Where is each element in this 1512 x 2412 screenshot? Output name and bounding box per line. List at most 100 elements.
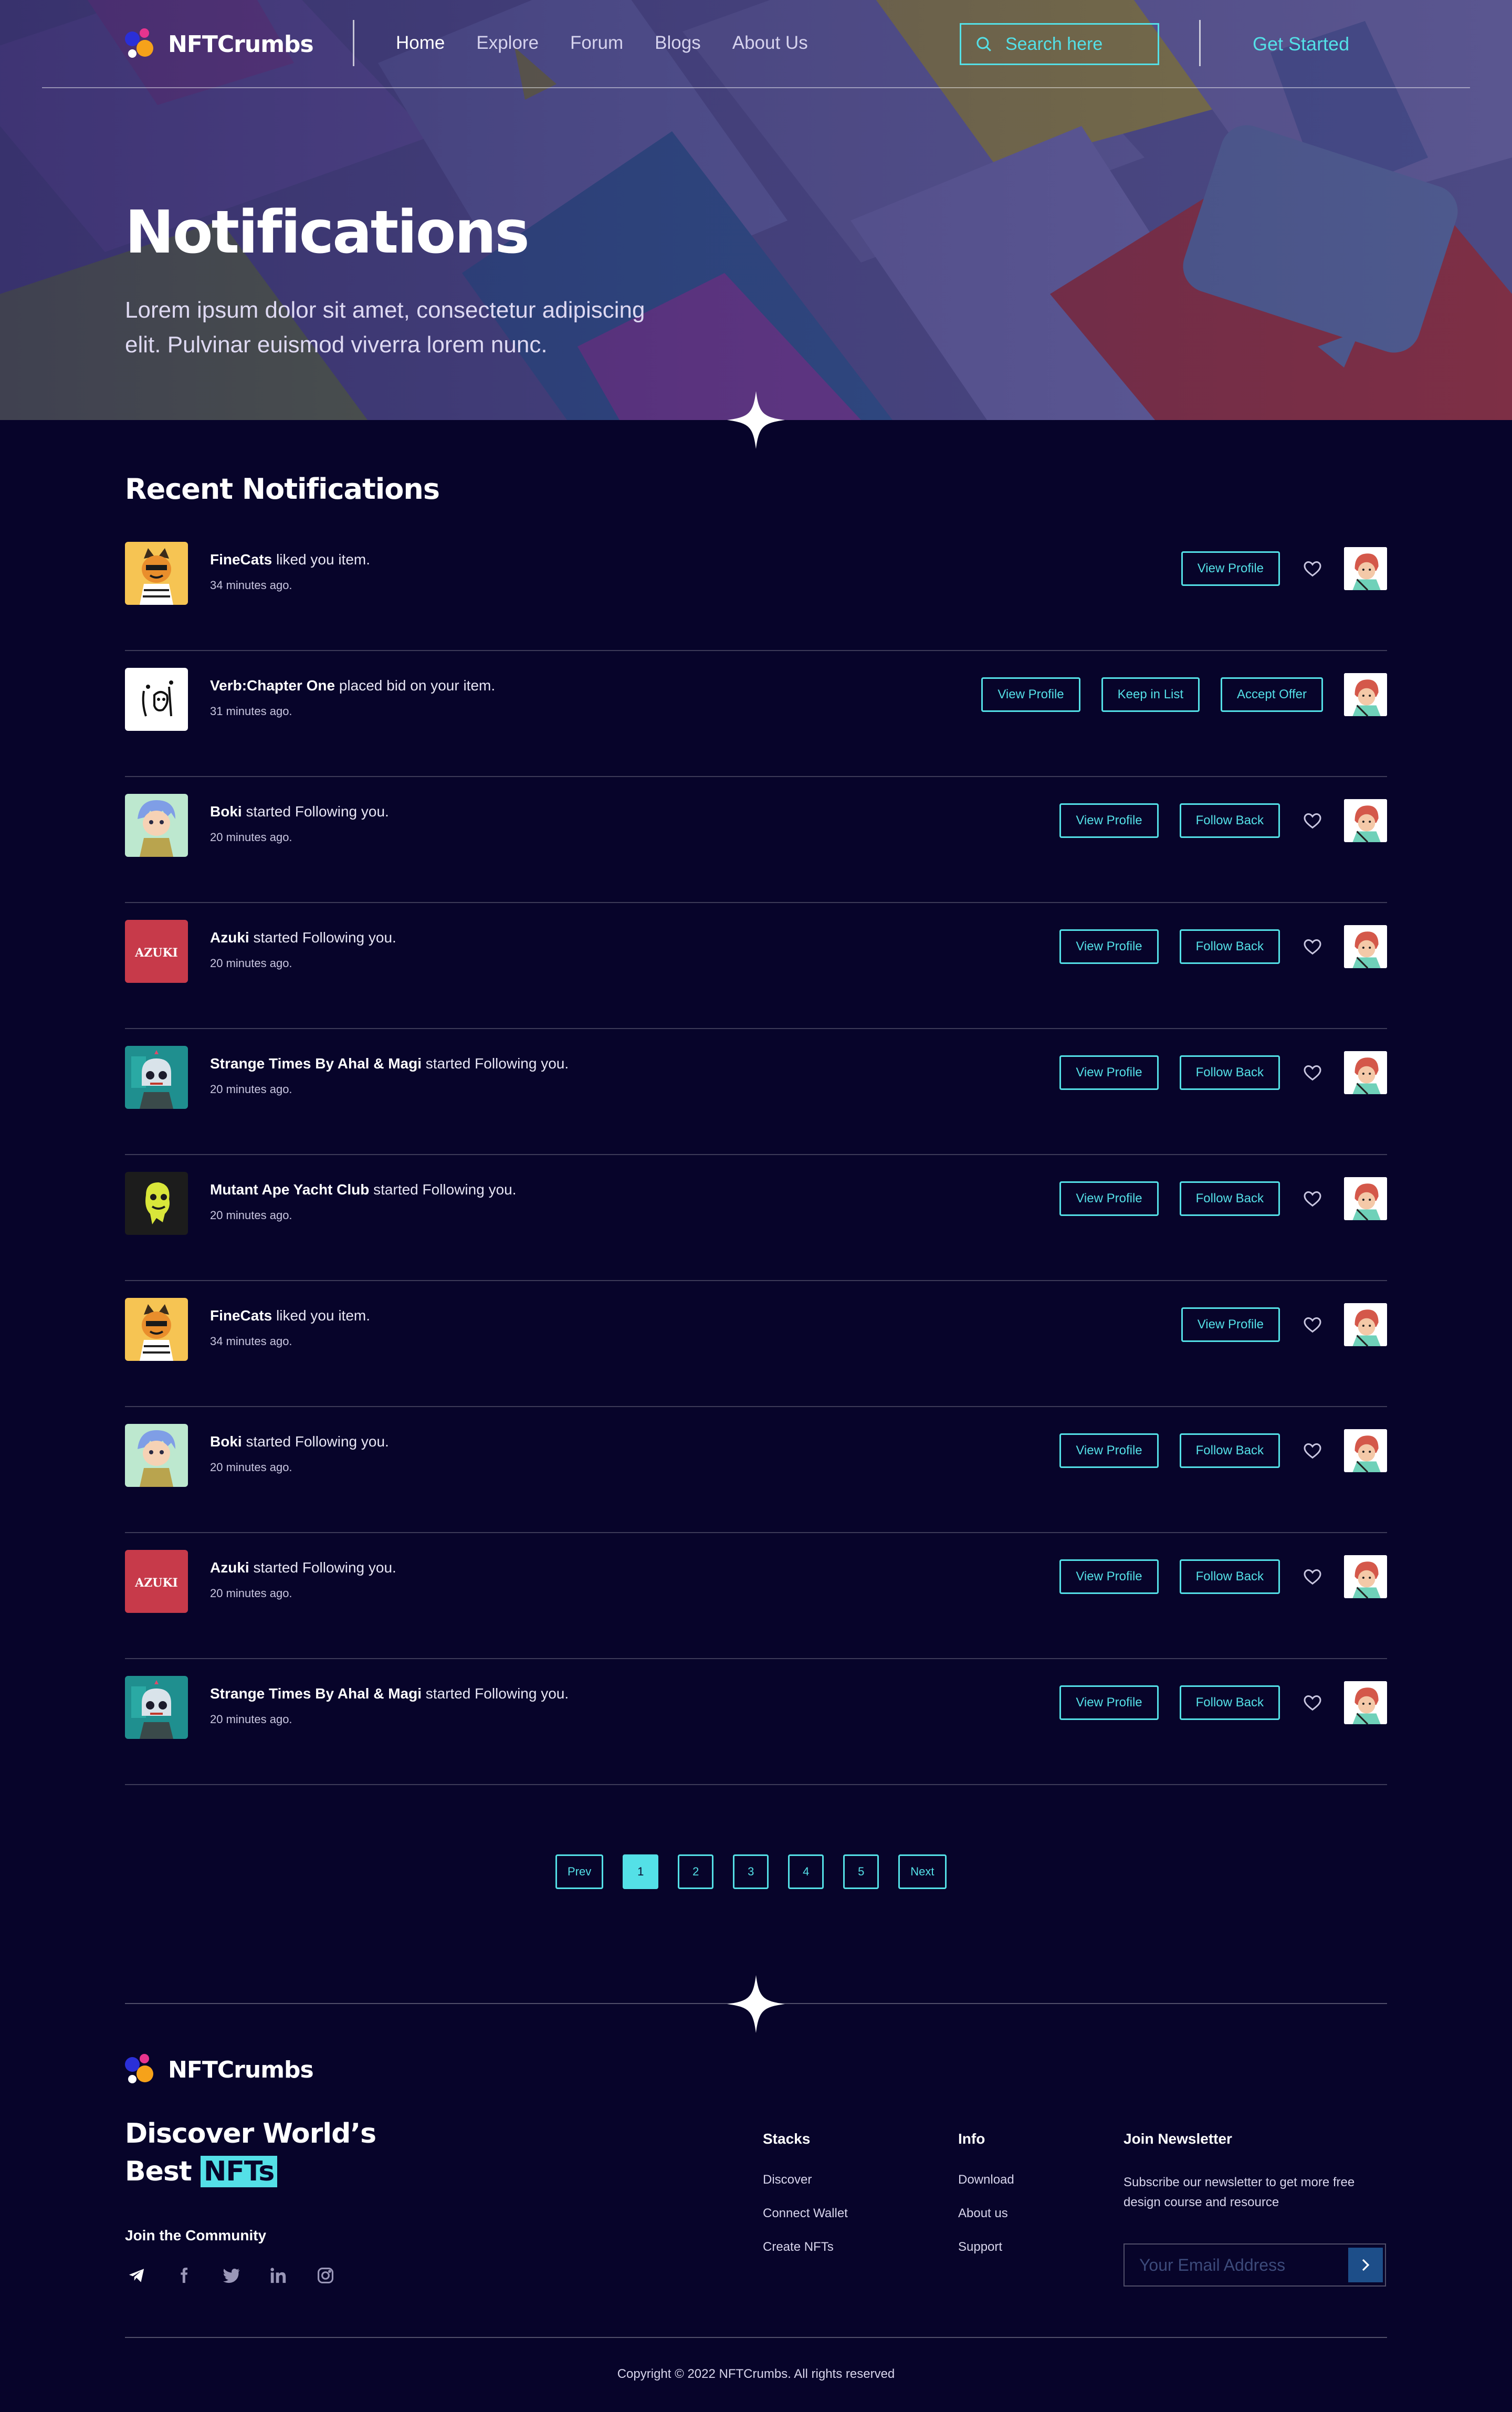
nav-link-blogs[interactable]: Blogs xyxy=(655,29,701,57)
notification-text: started Following you. xyxy=(425,1685,569,1702)
notification-actor[interactable]: Strange Times By Ahal & Magi xyxy=(210,1685,422,1702)
item-thumbnail[interactable] xyxy=(1344,1555,1387,1598)
page-button-5[interactable]: 5 xyxy=(843,1854,879,1889)
telegram-icon[interactable] xyxy=(125,2264,148,2287)
notification-row: FineCats liked you item. 34 minutes ago. V… xyxy=(125,1281,1387,1407)
view-profile-button[interactable]: View Profile xyxy=(1059,929,1159,964)
notification-row: AZUKI Azuki started Following you. 20 minu… xyxy=(125,903,1387,1029)
linkedin-icon[interactable] xyxy=(267,2264,290,2287)
collection-avatar[interactable] xyxy=(125,668,188,731)
notification-actor[interactable]: Mutant Ape Yacht Club xyxy=(210,1181,369,1198)
item-thumbnail[interactable] xyxy=(1344,1303,1387,1346)
view-profile-button[interactable]: View Profile xyxy=(1059,1685,1159,1720)
search-input[interactable] xyxy=(1005,34,1152,55)
footer-link-about-us[interactable]: About us xyxy=(958,2206,1014,2221)
item-thumbnail[interactable] xyxy=(1344,547,1387,590)
nav-link-explore[interactable]: Explore xyxy=(476,29,539,57)
notification-actor[interactable]: FineCats xyxy=(210,1307,272,1324)
footer-brand-logo[interactable]: NFTCrumbs xyxy=(125,2054,314,2085)
copyright-text: Copyright © 2022 NFTCrumbs. All rights r… xyxy=(617,2367,895,2381)
footer-link-connect-wallet[interactable]: Connect Wallet xyxy=(763,2206,848,2221)
follow-back-button[interactable]: Follow Back xyxy=(1179,1181,1280,1216)
footer-bottom-divider xyxy=(125,2337,1387,2338)
search-box[interactable] xyxy=(960,23,1159,65)
view-profile-button[interactable]: View Profile xyxy=(1059,803,1159,838)
heart-icon[interactable] xyxy=(1280,1440,1323,1461)
collection-avatar[interactable] xyxy=(125,1172,188,1235)
view-profile-button[interactable]: View Profile xyxy=(1059,1181,1159,1216)
keep-in-list-button[interactable]: Keep in List xyxy=(1101,677,1200,712)
view-profile-button[interactable]: View Profile xyxy=(981,677,1080,712)
collection-avatar[interactable] xyxy=(125,1676,188,1739)
instagram-icon[interactable] xyxy=(314,2264,337,2287)
notification-actor[interactable]: Azuki xyxy=(210,1559,249,1576)
follow-back-button[interactable]: Follow Back xyxy=(1179,1685,1280,1720)
page-button-3[interactable]: 3 xyxy=(733,1854,769,1889)
notification-time: 20 minutes ago. xyxy=(210,1083,292,1096)
notification-actor[interactable]: FineCats xyxy=(210,551,272,568)
item-thumbnail[interactable] xyxy=(1344,1177,1387,1220)
view-profile-button[interactable]: View Profile xyxy=(1181,551,1280,586)
view-profile-button[interactable]: View Profile xyxy=(1181,1307,1280,1342)
view-profile-button[interactable]: View Profile xyxy=(1059,1055,1159,1090)
follow-back-button[interactable]: Follow Back xyxy=(1179,1433,1280,1468)
item-thumbnail[interactable] xyxy=(1344,1429,1387,1472)
item-thumbnail[interactable] xyxy=(1344,799,1387,842)
heart-icon[interactable] xyxy=(1280,1692,1323,1713)
nav-link-about-us[interactable]: About Us xyxy=(732,29,808,57)
page-button-4[interactable]: 4 xyxy=(788,1854,824,1889)
notification-actor[interactable]: Boki xyxy=(210,1433,242,1450)
nav-underline xyxy=(42,87,1470,88)
page-button-1[interactable]: 1 xyxy=(623,1854,659,1889)
notification-actor[interactable]: Azuki xyxy=(210,929,249,946)
follow-back-button[interactable]: Follow Back xyxy=(1179,929,1280,964)
follow-back-button[interactable]: Follow Back xyxy=(1179,803,1280,838)
footer-link-discover[interactable]: Discover xyxy=(763,2173,848,2187)
accept-offer-button[interactable]: Accept Offer xyxy=(1221,677,1323,712)
heart-icon[interactable] xyxy=(1280,558,1323,579)
nav-link-home[interactable]: Home xyxy=(396,29,445,57)
page-button-2[interactable]: 2 xyxy=(678,1854,714,1889)
facebook-icon[interactable] xyxy=(172,2264,195,2287)
notification-list: FineCats liked you item. 34 minutes ago. V… xyxy=(125,525,1387,1785)
view-profile-button[interactable]: View Profile xyxy=(1059,1433,1159,1468)
follow-back-button[interactable]: Follow Back xyxy=(1179,1055,1280,1090)
heart-icon[interactable] xyxy=(1280,1062,1323,1083)
footer-link-support[interactable]: Support xyxy=(958,2240,1014,2254)
next-page-button[interactable]: Next xyxy=(898,1854,947,1889)
view-profile-button[interactable]: View Profile xyxy=(1059,1559,1159,1594)
prev-page-button[interactable]: Prev xyxy=(555,1854,604,1889)
collection-avatar[interactable]: AZUKI xyxy=(125,1550,188,1613)
item-thumbnail[interactable] xyxy=(1344,1051,1387,1094)
notification-time: 31 minutes ago. xyxy=(210,705,292,718)
nav-link-forum[interactable]: Forum xyxy=(570,29,623,57)
get-started-button[interactable]: Get Started xyxy=(1253,29,1349,59)
footer-link-create-nfts[interactable]: Create NFTs xyxy=(763,2240,848,2254)
tagline-highlight: NFTs xyxy=(200,2156,278,2187)
twitter-icon[interactable] xyxy=(219,2264,243,2287)
heart-icon[interactable] xyxy=(1280,1314,1323,1335)
collection-avatar[interactable] xyxy=(125,1046,188,1109)
social-links xyxy=(125,2264,361,2287)
item-thumbnail[interactable] xyxy=(1344,673,1387,716)
item-thumbnail[interactable] xyxy=(1344,925,1387,968)
notification-actor[interactable]: Strange Times By Ahal & Magi xyxy=(210,1055,422,1072)
item-thumbnail[interactable] xyxy=(1344,1681,1387,1724)
footer-link-download[interactable]: Download xyxy=(958,2173,1014,2187)
collection-avatar[interactable] xyxy=(125,794,188,857)
notification-actor[interactable]: Boki xyxy=(210,803,242,820)
newsletter-email-input[interactable] xyxy=(1139,2255,1344,2275)
heart-icon[interactable] xyxy=(1280,936,1323,957)
heart-icon[interactable] xyxy=(1280,1188,1323,1209)
newsletter-submit-button[interactable] xyxy=(1348,2248,1383,2282)
notification-actor[interactable]: Verb:Chapter One xyxy=(210,677,335,694)
follow-back-button[interactable]: Follow Back xyxy=(1179,1559,1280,1594)
collection-avatar[interactable]: AZUKI xyxy=(125,920,188,983)
chevron-right-icon xyxy=(1362,2259,1370,2271)
brand-logo[interactable]: NFTCrumbs xyxy=(125,27,314,61)
collection-avatar[interactable] xyxy=(125,1424,188,1487)
collection-avatar[interactable] xyxy=(125,1298,188,1361)
collection-avatar[interactable] xyxy=(125,542,188,605)
heart-icon[interactable] xyxy=(1280,810,1323,831)
heart-icon[interactable] xyxy=(1280,1566,1323,1587)
